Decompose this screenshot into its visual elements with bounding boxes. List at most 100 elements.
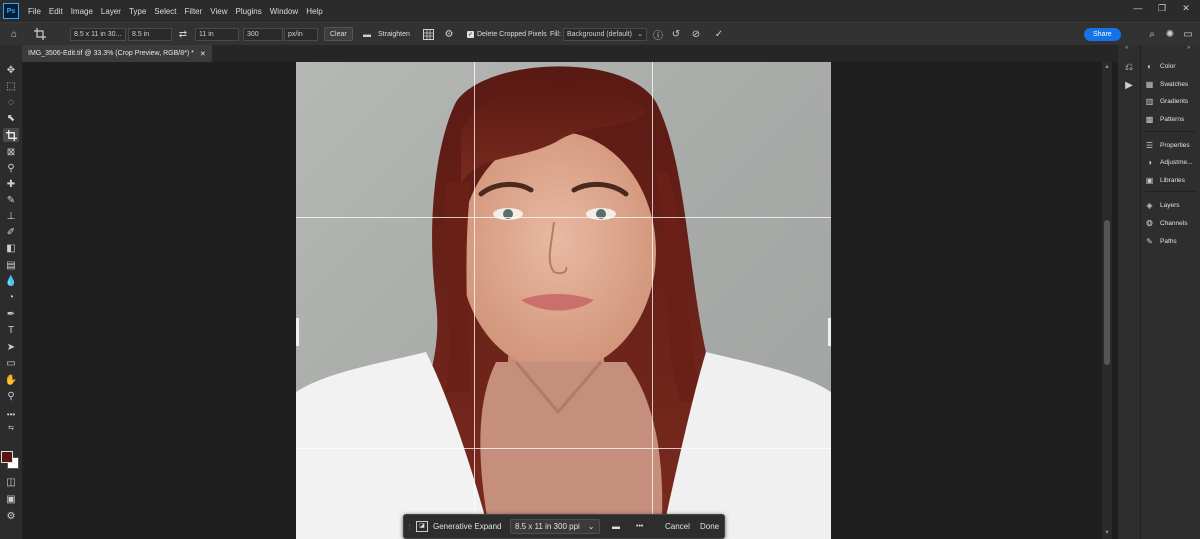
- brush-tool-icon[interactable]: ✎: [3, 193, 19, 207]
- crop-tool-active-icon[interactable]: [3, 128, 19, 142]
- swap-colors-icon[interactable]: ⇆: [3, 423, 19, 433]
- menu-window[interactable]: Window: [266, 7, 302, 16]
- marquee-tool-icon[interactable]: ⬚: [3, 79, 19, 93]
- fill-select[interactable]: Background (default) ⌄: [563, 27, 647, 41]
- eraser-tool-icon[interactable]: ◧: [3, 241, 19, 255]
- menu-image[interactable]: Image: [67, 7, 97, 16]
- panels-dock: » ◐ Color ▦ Swatches ▥ Gradients ▩ Patte…: [1140, 45, 1200, 539]
- straighten-button[interactable]: Straighten: [378, 23, 410, 45]
- close-window-button[interactable]: ✕: [1176, 0, 1196, 16]
- home-icon[interactable]: ⌂: [6, 23, 22, 45]
- panel-adjustments[interactable]: ◑ Adjustme...: [1145, 155, 1200, 169]
- dodge-tool-icon[interactable]: ◔: [3, 290, 19, 304]
- cancel-crop-icon[interactable]: ⊘: [690, 23, 702, 45]
- maximize-button[interactable]: ❐: [1152, 0, 1172, 16]
- foreground-color-swatch[interactable]: [1, 451, 13, 463]
- more-options-button[interactable]: •••: [636, 515, 643, 538]
- swap-dimensions-icon[interactable]: ⇄: [177, 23, 189, 45]
- document-tab[interactable]: IMG_3506-Edit.tif @ 33.3% (Crop Preview,…: [22, 45, 212, 62]
- cancel-button[interactable]: Cancel: [665, 515, 690, 538]
- menu-help[interactable]: Help: [302, 7, 326, 16]
- commit-crop-icon[interactable]: ✓: [712, 23, 726, 45]
- menu-edit[interactable]: Edit: [45, 7, 67, 16]
- panel-paths[interactable]: ✎ Paths: [1145, 234, 1200, 248]
- menu-file[interactable]: File: [24, 7, 45, 16]
- straighten-icon[interactable]: ▬: [612, 515, 620, 538]
- menu-select[interactable]: Select: [150, 7, 180, 16]
- drag-handle-icon[interactable]: ⋮: [406, 515, 413, 538]
- generative-expand-button[interactable]: ◪ Generative Expand: [416, 515, 502, 538]
- workspace-icon[interactable]: ▭: [1182, 23, 1194, 45]
- eyedropper-tool-icon[interactable]: ⚲: [3, 161, 19, 175]
- close-tab-icon[interactable]: ✕: [200, 50, 206, 58]
- edit-toolbar-icon[interactable]: ⚙: [3, 509, 19, 523]
- panel-properties[interactable]: ☰ Properties: [1145, 138, 1200, 152]
- history-panel-icon[interactable]: ⎌: [1121, 60, 1137, 74]
- portrait-photo: [296, 62, 831, 539]
- blur-tool-icon[interactable]: 💧: [3, 274, 19, 288]
- history-brush-tool-icon[interactable]: ✐: [3, 225, 19, 239]
- more-tools-icon[interactable]: •••: [3, 407, 19, 421]
- panel-layers[interactable]: ◈ Layers: [1145, 198, 1200, 212]
- info-icon[interactable]: ⓘ: [652, 23, 664, 45]
- lightbulb-icon[interactable]: ✺: [1164, 23, 1176, 45]
- vertical-scrollbar[interactable]: ▲ ▼: [1102, 62, 1112, 539]
- delete-cropped-checkbox[interactable]: ✓: [467, 30, 474, 38]
- overlay-grid-icon[interactable]: [421, 23, 435, 45]
- crop-handle-left[interactable]: [296, 318, 299, 346]
- done-button[interactable]: Done: [700, 515, 719, 538]
- lasso-tool-icon[interactable]: ◌: [3, 95, 19, 109]
- menu-plugins[interactable]: Plugins: [232, 7, 266, 16]
- zoom-tool-icon[interactable]: ⚲: [3, 389, 19, 403]
- crop-width-input[interactable]: 8.5 in: [128, 27, 172, 41]
- path-selection-tool-icon[interactable]: ➤: [3, 340, 19, 354]
- crop-height-input[interactable]: 11 in: [195, 27, 239, 41]
- rectangle-tool-icon[interactable]: ▭: [3, 356, 19, 370]
- canvas-area[interactable]: [23, 62, 1102, 539]
- expand-panels-icon[interactable]: »: [1187, 45, 1190, 51]
- quick-mask-icon[interactable]: ◫: [3, 475, 19, 489]
- portrait-illustration: [296, 66, 831, 539]
- type-tool-icon[interactable]: T: [3, 323, 19, 337]
- panel-patterns[interactable]: ▩ Patterns: [1145, 112, 1200, 126]
- move-tool-icon[interactable]: ✥: [3, 63, 19, 77]
- clear-button[interactable]: Clear: [324, 27, 353, 41]
- reset-icon[interactable]: ↺: [670, 23, 682, 45]
- panel-gradients[interactable]: ▥ Gradients: [1145, 94, 1200, 108]
- menu-filter[interactable]: Filter: [181, 7, 207, 16]
- panel-channels[interactable]: ❂ Channels: [1145, 216, 1200, 230]
- resolution-input[interactable]: 300: [243, 27, 283, 41]
- search-icon[interactable]: ⌕: [1146, 23, 1158, 45]
- scroll-down-icon[interactable]: ▼: [1104, 530, 1110, 536]
- scroll-up-icon[interactable]: ▲: [1104, 64, 1110, 70]
- menu-view[interactable]: View: [206, 7, 231, 16]
- panel-color[interactable]: ◐ Color: [1145, 59, 1200, 73]
- minimize-button[interactable]: —: [1128, 0, 1148, 16]
- menu-layer[interactable]: Layer: [97, 7, 125, 16]
- frame-tool-icon[interactable]: ⊠: [3, 145, 19, 159]
- screen-mode-icon[interactable]: ▣: [3, 492, 19, 506]
- collapse-panels-icon[interactable]: «: [1125, 45, 1128, 51]
- tools-panel: ✥ ⬚ ◌ ⬉ ⊠ ⚲ ✚ ✎ ⊥ ✐ ◧ ▤ 💧 ◔ ✒ T ➤ ▭ ✋ ⚲ …: [0, 45, 23, 539]
- panel-swatches[interactable]: ▦ Swatches: [1145, 77, 1200, 91]
- share-button[interactable]: Share: [1084, 27, 1121, 41]
- crop-handle-right[interactable]: [828, 318, 831, 346]
- actions-panel-icon[interactable]: ▶: [1121, 78, 1137, 92]
- crop-preset-dropdown[interactable]: 8.5 x 11 in 300 ppi ⌄: [510, 519, 600, 534]
- crop-preset-select[interactable]: 8.5 x 11 in 30...: [70, 27, 126, 41]
- panel-libraries[interactable]: ▣ Libraries: [1145, 173, 1200, 187]
- resolution-unit-select[interactable]: px/in: [284, 27, 318, 41]
- crop-settings-gear-icon[interactable]: ⚙: [442, 23, 456, 45]
- healing-brush-tool-icon[interactable]: ✚: [3, 177, 19, 191]
- crop-tool-icon[interactable]: [32, 23, 48, 45]
- object-selection-tool-icon[interactable]: ⬉: [3, 111, 19, 125]
- gradient-tool-icon[interactable]: ▤: [3, 258, 19, 272]
- panel-divider: [1145, 131, 1197, 132]
- panel-label: Adjustme...: [1160, 158, 1193, 166]
- hand-tool-icon[interactable]: ✋: [3, 373, 19, 387]
- menu-type[interactable]: Type: [125, 7, 150, 16]
- clone-stamp-tool-icon[interactable]: ⊥: [3, 209, 19, 223]
- scrollbar-thumb[interactable]: [1104, 220, 1110, 365]
- pen-tool-icon[interactable]: ✒: [3, 307, 19, 321]
- straighten-icon[interactable]: ▬: [360, 23, 374, 45]
